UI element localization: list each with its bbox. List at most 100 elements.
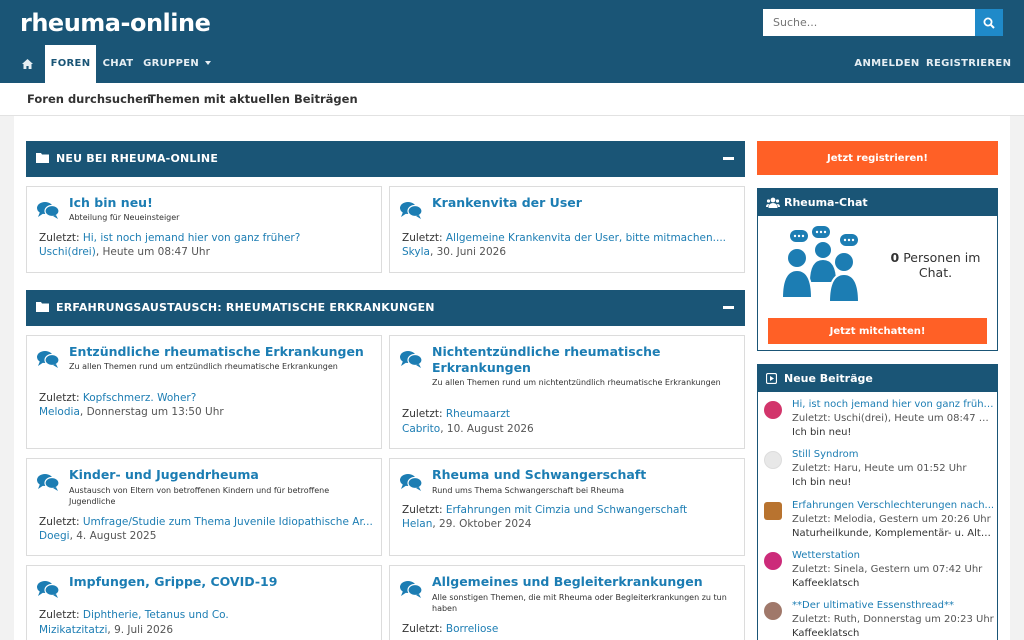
post-forum-link[interactable]: Kaffeeklatsch [792,578,996,589]
section-header-experiences[interactable]: ERFAHRUNGSAUSTAUSCH: RHEUMATISCHE ERKRAN… [26,290,745,326]
forum-card[interactable]: Krankenvita der User Zuletzt: Allgemeine… [389,186,745,273]
last-label: Zuletzt: [39,609,80,621]
forum-title[interactable]: Entzündliche rheumatische Erkrankungen [69,344,369,360]
forum-chat-icon [400,474,422,491]
user-link[interactable]: Helan [402,518,432,530]
last-label: Zuletzt: [402,408,443,420]
search-button[interactable] [975,9,1003,36]
forum-card[interactable]: Ich bin neu! Abteilung für Neueinsteiger… [26,186,382,273]
forum-last-author: Doegi, 4. August 2025 [39,530,375,542]
collapse-icon[interactable] [723,306,734,309]
users-icon [766,197,780,208]
forum-card[interactable]: Allgemeines und Begleiterkrankungen Alle… [389,565,745,640]
register-now-button[interactable]: Jetzt registrieren! [757,141,998,175]
forum-title[interactable]: Kinder- und Jugendrheuma [69,467,369,483]
chat-count: 0 [890,250,900,265]
user-link[interactable]: Melodia [39,406,80,418]
forum-description: Rund ums Thema Schwangerschaft bei Rheum… [432,486,624,495]
last-topic-link[interactable]: Borreliose [446,623,499,635]
forum-last-author: Mizikatzitatzi, 9. Juli 2026 [39,624,375,636]
user-avatar[interactable] [764,602,782,620]
new-post-item[interactable]: Wetterstation Zuletzt: Sinela, Gestern u… [764,550,994,594]
post-title-link[interactable]: Erfahrungen Verschlechterungen nach... [792,500,996,511]
forum-title[interactable]: Rheuma und Schwangerschaft [432,467,732,483]
last-label: Zuletzt: [39,232,80,244]
last-topic-link[interactable]: Kopfschmerz. Woher? [83,392,196,404]
collapse-icon[interactable] [723,157,734,160]
last-topic-link[interactable]: Hi, ist noch jemand hier von ganz früher… [83,232,300,244]
forum-title[interactable]: Krankenvita der User [432,195,732,211]
chat-count-text: 0 Personen im Chat. [878,250,993,280]
home-icon [21,59,33,69]
search-forums-link[interactable]: Foren durchsuchen [27,92,151,106]
forum-card[interactable]: Nichtentzündliche rheumatische Erkrankun… [389,335,745,449]
last-topic-link[interactable]: Erfahrungen mit Cimzia und Schwangerscha… [446,504,687,516]
post-meta: Zuletzt: Sinela, Gestern um 07:42 Uhr [792,564,983,575]
user-link[interactable]: Skyla [402,246,430,258]
forum-title[interactable]: Ich bin neu! [69,195,369,211]
post-title-link[interactable]: Wetterstation [792,550,996,561]
forum-title[interactable]: Allgemeines und Begleiterkrankungen [432,574,732,590]
nav-tab-foren[interactable]: FOREN [45,45,96,83]
new-post-item[interactable]: Hi, ist noch jemand hier von ganz früher… [764,399,996,443]
forum-chat-icon [37,474,59,491]
forum-title[interactable]: Impfungen, Grippe, COVID-19 [69,574,369,590]
forum-last-post: Zuletzt: Rheumaarzt [402,408,738,420]
user-link[interactable]: Cabrito [402,423,440,435]
post-title-link[interactable]: **Der ultimative Essensthread** [792,600,996,611]
site-header: rheuma-online FOREN CHAT GRUPPEN ANMELDE… [0,0,1024,83]
user-avatar[interactable] [764,502,782,520]
nav-tab-chat[interactable]: CHAT [98,45,138,83]
nav-tab-gruppen-label: GRUPPEN [143,58,200,69]
post-forum-link[interactable]: Ich bin neu! [792,427,996,438]
chat-count-label: Personen im Chat. [903,250,981,280]
forum-title[interactable]: Nichtentzündliche rheumatische Erkrankun… [432,344,732,376]
post-meta: Zuletzt: Haru, Heute um 01:52 Uhr [792,463,967,474]
recent-topics-link[interactable]: Themen mit aktuellen Beiträgen [148,92,358,106]
user-avatar[interactable] [764,451,782,469]
join-chat-button[interactable]: Jetzt mitchatten! [768,318,987,344]
last-topic-link[interactable]: Umfrage/Studie zum Thema Juvenile Idiopa… [83,516,373,528]
forum-card[interactable]: Entzündliche rheumatische Erkrankungen Z… [26,335,382,449]
forum-last-post: Zuletzt: Kopfschmerz. Woher? [39,392,375,404]
last-topic-link[interactable]: Diphtherie, Tetanus und Co. [83,609,229,621]
user-link[interactable]: Mizikatzitatzi [39,624,107,636]
user-avatar[interactable] [764,552,782,570]
forum-card[interactable]: Rheuma und Schwangerschaft Rund ums Them… [389,458,745,556]
post-title-link[interactable]: Hi, ist noch jemand hier von ganz früher… [792,399,996,410]
forum-last-author: Uschi(drei), Heute um 08:47 Uhr [39,246,375,258]
forum-last-post: Zuletzt: Erfahrungen mit Cimzia und Schw… [402,504,738,516]
forum-chat-icon [37,581,59,598]
last-topic-link[interactable]: Allgemeine Krankenvita der User, bitte m… [446,232,726,244]
last-label: Zuletzt: [402,504,443,516]
last-topic-link[interactable]: Rheumaarzt [446,408,510,420]
user-link[interactable]: Uschi(drei) [39,246,96,258]
search-input[interactable] [763,9,975,36]
post-title-link[interactable]: Still Syndrom [792,449,996,460]
user-link[interactable]: Doegi [39,530,70,542]
new-post-item[interactable]: Still Syndrom Zuletzt: Haru, Heute um 01… [764,449,994,493]
post-forum-link[interactable]: Ich bin neu! [792,477,996,488]
forum-last-post: Zuletzt: Hi, ist noch jemand hier von ga… [39,232,375,244]
post-date: , Donnerstag um 13:50 Uhr [79,406,224,418]
section-header-new[interactable]: NEU BEI RHEUMA-ONLINE [26,141,745,177]
new-post-item[interactable]: Erfahrungen Verschlechterungen nach... Z… [764,500,996,544]
nav-tab-gruppen[interactable]: GRUPPEN [142,45,212,83]
forum-card[interactable]: Kinder- und Jugendrheuma Austausch von E… [26,458,382,556]
forum-last-author: Melodia, Donnerstag um 13:50 Uhr [39,406,375,418]
last-label: Zuletzt: [39,392,80,404]
forum-description: Zu allen Themen rund um nichtentzündlich… [432,378,721,387]
post-forum-link[interactable]: Naturheilkunde, Komplementär- u. Alte... [792,528,996,539]
forum-card[interactable]: Impfungen, Grippe, COVID-19 Zuletzt: Dip… [26,565,382,640]
new-post-item[interactable]: **Der ultimative Essensthread** Zuletzt:… [764,600,994,640]
site-logo[interactable]: rheuma-online [20,9,211,37]
user-avatar[interactable] [764,401,782,419]
forum-last-author: Cabrito, 10. August 2026 [402,423,738,435]
nav-home[interactable] [14,45,40,83]
forum-chat-icon [37,202,59,219]
post-forum-link[interactable]: Kaffeeklatsch [792,628,996,639]
section-title: NEU BEI RHEUMA-ONLINE [56,152,219,165]
forum-last-post: Zuletzt: Allgemeine Krankenvita der User… [402,232,738,244]
nav-register[interactable]: REGISTRIEREN [926,45,1011,83]
nav-login[interactable]: ANMELDEN [852,45,922,83]
